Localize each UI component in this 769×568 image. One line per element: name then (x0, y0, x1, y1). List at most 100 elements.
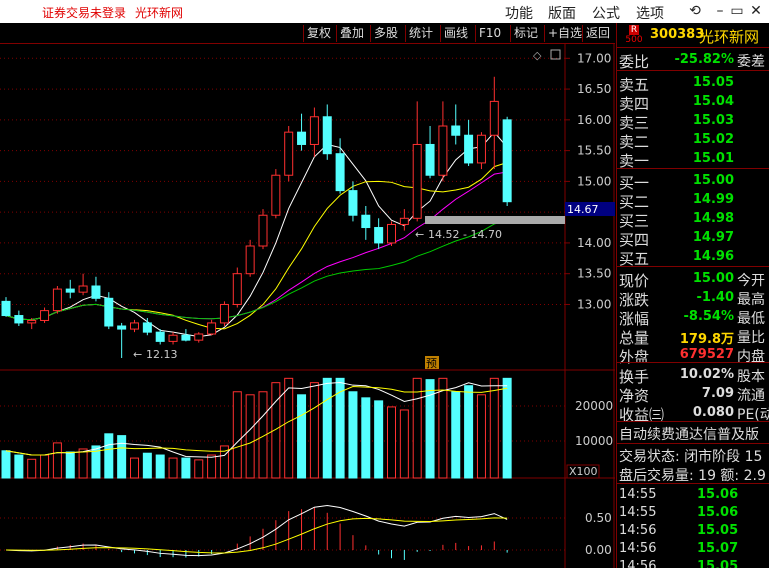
ma-line (5, 162, 508, 330)
candle-body (130, 322, 139, 330)
volume-bar (284, 377, 294, 479)
buy-price: 14.98 (692, 211, 734, 226)
buy-row[interactable]: 买三 14.98 (617, 209, 769, 230)
range-annotation: 14.52 - 14.70 (428, 228, 502, 241)
tick-time: 14:56 (619, 559, 657, 568)
r-badge: R 500 (619, 25, 649, 46)
candle-body (65, 288, 75, 293)
tick-row: 14:56 15.05 (617, 521, 769, 540)
low-annotation-arrow: ← (133, 348, 142, 361)
candle-body (168, 334, 178, 342)
stat-value: -8.54% (683, 309, 735, 324)
title-stock-name: 光环新网 (135, 6, 184, 20)
tick-row: 14:55 15.06 (617, 503, 769, 522)
btn-f10[interactable]: F10 (475, 25, 504, 42)
volume-bar (374, 400, 384, 479)
btn-restore-rights[interactable]: 复权 (303, 25, 334, 42)
weicha-label: 委差 (737, 54, 765, 70)
weibi-value: -25.82% (674, 52, 734, 67)
volume-bar (194, 459, 204, 479)
sell-row[interactable]: 卖二 15.02 (617, 130, 769, 151)
forecast-marker: 预 (426, 357, 437, 370)
menu-options[interactable]: 选项 (636, 3, 664, 23)
candle-body (451, 125, 461, 136)
volume-unit: X100 (569, 465, 598, 478)
volume-bar (297, 394, 307, 479)
diamond-icon[interactable]: ◇ (533, 49, 542, 62)
menu-formula[interactable]: 公式 (592, 3, 620, 23)
login-status[interactable]: 证券交易未登录 (42, 4, 126, 21)
weibi-row: 委比 -25.82% 委差 (617, 50, 769, 71)
stat-label2: 最高 (737, 292, 765, 308)
candle-body (27, 319, 37, 324)
tick-time: 14:56 (619, 541, 657, 556)
tick-time: 14:55 (619, 505, 657, 520)
sell-row[interactable]: 卖三 15.03 (617, 111, 769, 132)
buy-price: 15.00 (692, 173, 734, 188)
buy-row[interactable]: 买四 14.97 (617, 228, 769, 249)
sell-price: 15.05 (692, 75, 734, 90)
candle-body (476, 134, 486, 164)
candle-body (502, 119, 512, 203)
buy-price: 14.99 (692, 192, 734, 207)
btn-draw-line[interactable]: 画线 (440, 25, 471, 42)
stat2-row: 净资 7.09 流通 (617, 384, 769, 405)
current-price-band (425, 216, 565, 224)
notice-text[interactable]: 自动续费通达信普及版 (619, 424, 759, 444)
candle-body (1, 300, 11, 317)
candle-body (438, 125, 448, 176)
price-tick-label: 14.00 (577, 236, 611, 250)
stat2-value: 7.09 (701, 386, 734, 401)
btn-statistics[interactable]: 统计 (405, 25, 436, 42)
stat2-value: 0.080 (692, 405, 734, 420)
tick-price: 15.05 (697, 559, 739, 568)
window-icon[interactable] (550, 49, 561, 60)
ma-line (5, 171, 508, 321)
kline-chart[interactable]: 17.0016.5016.0015.5015.0014.5014.0013.50… (0, 44, 615, 568)
menu-layout[interactable]: 版面 (548, 3, 576, 23)
chart-toolbar: 复权 叠加 多股 统计 画线 F10 标记 +自选 返回 (0, 23, 615, 44)
tick-price: 15.07 (697, 541, 739, 556)
menu-function[interactable]: 功能 (505, 3, 533, 23)
macd-panel (5, 504, 508, 560)
stat-row: 涨跌 -1.40 最高 (617, 288, 769, 309)
volume-tick-10000: 10000 (575, 434, 613, 448)
stat-row: 涨幅 -8.54% 最低 (617, 307, 769, 328)
btn-mark[interactable]: 标记 (510, 25, 541, 42)
buy-row[interactable]: 买二 14.99 (617, 190, 769, 211)
candle-body (232, 273, 242, 305)
volume-bars (1, 377, 512, 479)
candle-body (194, 333, 204, 341)
buy-row[interactable]: 买一 15.00 (617, 171, 769, 192)
candle-body (155, 331, 165, 342)
minimize-icon[interactable]: – (711, 3, 729, 19)
btn-multi-stock[interactable]: 多股 (370, 25, 401, 42)
candle-body (142, 322, 152, 333)
candle-body (412, 143, 422, 219)
volume-bar (451, 391, 461, 479)
range-annotation-arrow: ← (415, 228, 424, 241)
notice-row[interactable]: 自动续费通达信普及版 (617, 423, 769, 444)
restore-icon[interactable]: ▭ (728, 3, 746, 19)
volume-bar (399, 409, 409, 479)
title-bar: 证券交易未登录 光环新网 功能 版面 公式 选项 ⟲ – ▭ ✕ (0, 0, 769, 23)
volume-bar (464, 385, 474, 479)
buy-row[interactable]: 买五 14.96 (617, 247, 769, 268)
sell-row[interactable]: 卖五 15.05 (617, 73, 769, 94)
stat-row: 总量 179.8万 量比 (617, 326, 769, 347)
candle-body (245, 245, 255, 275)
btn-add-watchlist[interactable]: +自选 (544, 25, 585, 42)
volume-bar (130, 457, 139, 479)
sell-price: 15.04 (692, 94, 734, 109)
btn-back[interactable]: 返回 (582, 25, 613, 42)
volume-bar (309, 382, 319, 479)
volume-bar (14, 454, 24, 479)
sell-row[interactable]: 卖一 15.01 (617, 149, 769, 170)
refresh-icon[interactable]: ⟲ (686, 3, 704, 19)
close-icon[interactable]: ✕ (747, 3, 765, 19)
stat2-label2: 股本 (737, 369, 765, 385)
volume-tick-20000: 20000 (575, 399, 613, 413)
btn-overlay[interactable]: 叠加 (336, 25, 367, 42)
candle-body (40, 310, 50, 321)
sell-row[interactable]: 卖四 15.04 (617, 92, 769, 113)
